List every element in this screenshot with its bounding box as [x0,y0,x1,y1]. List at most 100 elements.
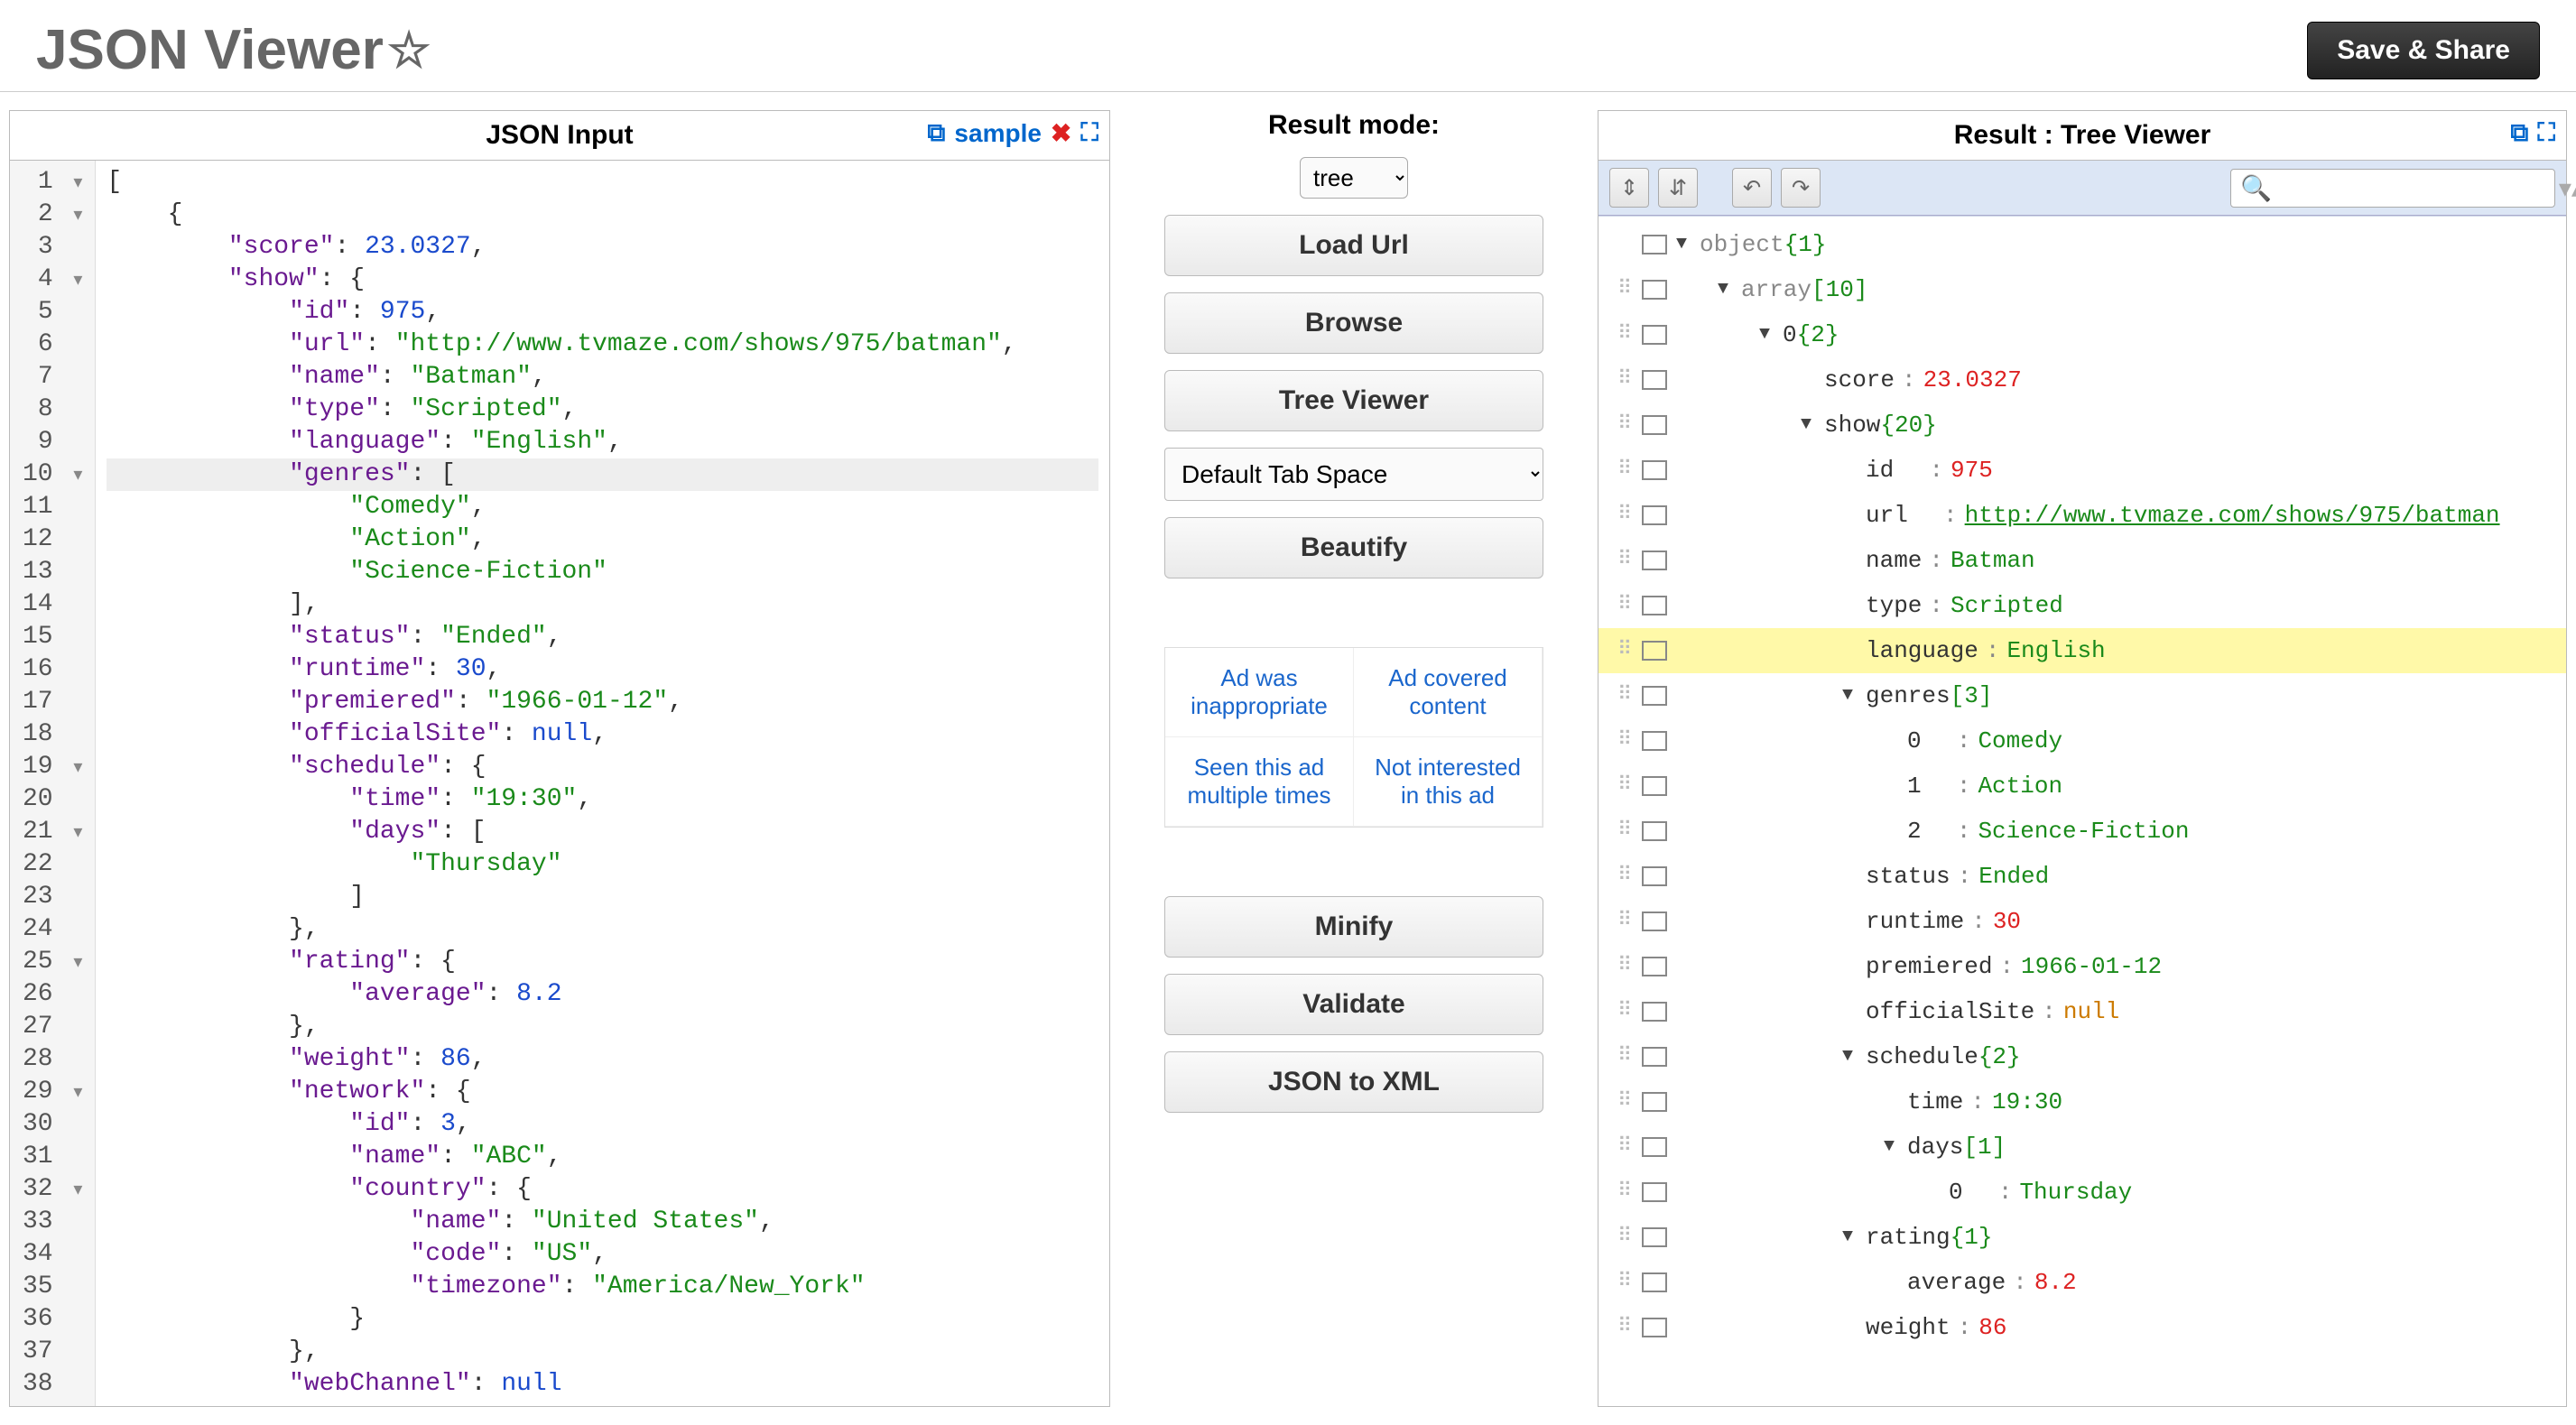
code-line[interactable]: "url": "http://www.tvmaze.com/shows/975/… [107,328,1098,361]
expand-icon[interactable]: ⛶ [2537,118,2555,148]
code-line[interactable]: { [107,199,1098,231]
tree-row[interactable]: ⠿▼0 {2} [1598,312,2566,357]
code-line[interactable]: }, [107,1336,1098,1368]
code-line[interactable]: "type": "Scripted", [107,393,1098,426]
validate-button[interactable]: Validate [1164,974,1543,1035]
clear-icon[interactable]: ✖ [1051,118,1071,148]
code-editor[interactable]: 1 ▾2 ▾3 4 ▾5 6 7 8 9 10 ▾11 12 13 14 15 … [10,161,1109,1406]
tree-row[interactable]: ⠿status : Ended [1598,854,2566,899]
code-line[interactable]: ], [107,588,1098,621]
code-line[interactable]: ] [107,881,1098,913]
tree-row[interactable]: ⠿score : 23.0327 [1598,357,2566,403]
page-title: JSON Viewer ☆ [36,18,431,82]
star-icon[interactable]: ☆ [387,22,431,79]
expand-all-icon[interactable]: ⇕ [1609,168,1649,208]
tree-row[interactable]: ⠿weight : 86 [1598,1305,2566,1350]
tree-search[interactable]: 🔍 ▾▴ [2230,169,2555,208]
code-line[interactable]: "id": 3, [107,1108,1098,1141]
ad-option[interactable]: Seen this ad multiple times [1165,737,1354,827]
tree-row[interactable]: ⠿▼array [10] [1598,267,2566,312]
tree-row[interactable]: ⠿0 : Comedy [1598,718,2566,763]
code-line[interactable]: "weight": 86, [107,1043,1098,1076]
json-input-title: JSON Input [486,120,633,151]
code-line[interactable]: "officialSite": null, [107,718,1098,751]
code-line[interactable]: "name": "ABC", [107,1141,1098,1173]
browse-button[interactable]: Browse [1164,292,1543,354]
code-line[interactable]: "schedule": { [107,751,1098,783]
code-line[interactable]: "score": 23.0327, [107,231,1098,264]
tree-row[interactable]: ⠿language : English [1598,628,2566,673]
tree-row[interactable]: ⠿average : 8.2 [1598,1260,2566,1305]
code-line[interactable]: "Comedy", [107,491,1098,523]
code-line[interactable]: "name": "Batman", [107,361,1098,393]
code-line[interactable]: "premiered": "1966-01-12", [107,686,1098,718]
code-line[interactable]: "network": { [107,1076,1098,1108]
ad-option[interactable]: Not interested in this ad [1354,737,1543,827]
tree-row[interactable]: ⠿type : Scripted [1598,583,2566,628]
sample-link[interactable]: sample [954,119,1042,148]
tree-row[interactable]: ⠿▼genres [3] [1598,673,2566,718]
tree-viewer-button[interactable]: Tree Viewer [1164,370,1543,431]
tree-row[interactable]: ⠿id : 975 [1598,448,2566,493]
redo-icon[interactable]: ↷ [1781,168,1821,208]
tree-row[interactable]: ⠿runtime : 30 [1598,899,2566,944]
tree-row[interactable]: ⠿officialSite : null [1598,989,2566,1034]
collapse-all-icon[interactable]: ⇵ [1658,168,1698,208]
save-share-button[interactable]: Save & Share [2307,22,2540,79]
minify-button[interactable]: Minify [1164,896,1543,958]
tree-row[interactable]: ⠿▼schedule {2} [1598,1034,2566,1079]
json-to-xml-button[interactable]: JSON to XML [1164,1051,1543,1113]
code-line[interactable]: "Thursday" [107,848,1098,881]
tree-row[interactable]: ⠿0 : Thursday [1598,1170,2566,1215]
tree-search-input[interactable] [2279,175,2559,200]
code-line[interactable]: "id": 975, [107,296,1098,328]
code-line[interactable]: "time": "19:30", [107,783,1098,816]
code-line[interactable]: }, [107,1011,1098,1043]
code-line[interactable]: "Action", [107,523,1098,556]
code-line[interactable]: [ [107,166,1098,199]
code-line[interactable]: }, [107,913,1098,946]
tree-row[interactable]: ▼object {1} [1598,222,2566,267]
tree-row[interactable]: ⠿name : Batman [1598,538,2566,583]
tree-row[interactable]: ⠿1 : Action [1598,763,2566,809]
ad-option[interactable]: Ad covered content [1354,648,1543,737]
tree-body[interactable]: ▼object {1}⠿▼array [10]⠿▼0 {2}⠿score : 2… [1598,216,2566,1406]
copy-icon[interactable]: ⧉ [927,118,945,148]
code-body[interactable]: [ { "score": 23.0327, "show": { "id": 97… [96,161,1109,1406]
tree-row[interactable]: ⠿url : http://www.tvmaze.com/shows/975/b… [1598,493,2566,538]
tab-space-select[interactable]: Default Tab Space [1164,448,1543,501]
code-line[interactable]: "country": { [107,1173,1098,1206]
code-line[interactable]: "code": "US", [107,1238,1098,1271]
spacer [1164,595,1543,631]
main: JSON Input ⧉ sample ✖ ⛶ 1 ▾2 ▾3 4 ▾5 6 7… [0,92,2576,1425]
expand-icon[interactable]: ⛶ [1080,118,1098,148]
code-line[interactable]: "name": "United States", [107,1206,1098,1238]
code-line[interactable]: "timezone": "America/New_York" [107,1271,1098,1303]
code-line[interactable]: "webChannel": null [107,1368,1098,1401]
tree-row[interactable]: ⠿time : 19:30 [1598,1079,2566,1124]
code-line[interactable]: "language": "English", [107,426,1098,458]
code-line[interactable]: "status": "Ended", [107,621,1098,653]
code-line[interactable]: "show": { [107,264,1098,296]
tree-row[interactable]: ⠿▼rating {1} [1598,1215,2566,1260]
code-line[interactable]: "rating": { [107,946,1098,978]
dropdown-icon[interactable]: ▾▴ [2559,173,2576,203]
code-line[interactable]: "days": [ [107,816,1098,848]
tree-viewer-actions: ⧉ ⛶ [2510,118,2555,148]
tree-row[interactable]: ⠿2 : Science-Fiction [1598,809,2566,854]
result-mode-select[interactable]: tree [1300,157,1408,199]
code-line[interactable]: "average": 8.2 [107,978,1098,1011]
undo-icon[interactable]: ↶ [1732,168,1772,208]
tree-viewer-panel: Result : Tree Viewer ⧉ ⛶ ⇕ ⇵ ↶ ↷ 🔍 ▾▴ ▼o… [1598,110,2567,1407]
code-line[interactable]: } [107,1303,1098,1336]
code-line[interactable]: "Science-Fiction" [107,556,1098,588]
load-url-button[interactable]: Load Url [1164,215,1543,276]
code-line[interactable]: "genres": [ [107,458,1098,491]
tree-row[interactable]: ⠿▼days [1] [1598,1124,2566,1170]
tree-row[interactable]: ⠿premiered : 1966-01-12 [1598,944,2566,989]
beautify-button[interactable]: Beautify [1164,517,1543,578]
tree-row[interactable]: ⠿▼show {20} [1598,403,2566,448]
copy-icon[interactable]: ⧉ [2510,118,2528,148]
ad-option[interactable]: Ad was inappropriate [1165,648,1354,737]
code-line[interactable]: "runtime": 30, [107,653,1098,686]
